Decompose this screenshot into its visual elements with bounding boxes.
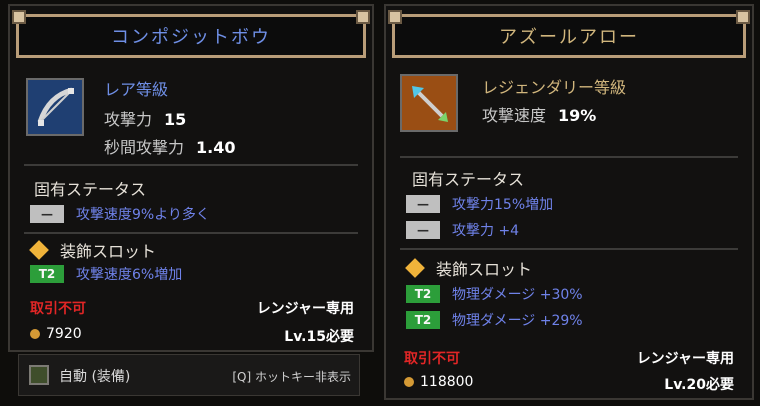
trade-status: 取引不可: [404, 351, 460, 367]
slot-row: T2 物理ダメージ +29%: [406, 310, 583, 330]
coin-icon: [30, 329, 40, 339]
auto-equip-bar[interactable]: 自動 (装備) [Q] ホットキー非表示: [18, 354, 360, 396]
price: 7920: [30, 326, 82, 342]
left-item-title: コンポジットボウ: [12, 10, 370, 58]
coin-icon: [404, 377, 414, 387]
level-requirement: Lv.15必要: [284, 329, 354, 345]
trade-status: 取引不可: [30, 301, 86, 317]
intrinsic-title: 固有ステータス: [34, 180, 147, 199]
right-stat-row: 攻撃速度 19%: [482, 102, 596, 126]
gem-icon: [29, 240, 49, 260]
intrinsic-row: — 攻撃力15%増加: [406, 194, 553, 214]
price-value: 118800: [420, 374, 474, 390]
intrinsic-title: 固有ステータス: [412, 170, 525, 189]
intrinsic-row: — 攻撃速度9%より多く: [30, 204, 210, 224]
hotkey-hint: [Q] ホットキー非表示: [232, 370, 351, 384]
stat-value: 1.40: [196, 138, 236, 157]
stat-label: 秒間攻撃力: [104, 138, 185, 157]
slot-title-row: 装飾スロット: [29, 238, 157, 262]
stat-value: 19%: [558, 106, 597, 125]
right-item-name: アズールアロー: [499, 27, 639, 48]
bag-icon: [29, 365, 49, 385]
t2-badge: T2: [406, 311, 440, 329]
intrinsic-text: 攻撃力15%増加: [452, 197, 554, 213]
slot-title: 装飾スロット: [60, 242, 157, 261]
divider: [24, 232, 358, 234]
dash-badge: —: [406, 221, 440, 239]
right-item-title: アズールアロー: [388, 10, 750, 58]
right-rarity: レジェンダリー等級: [482, 78, 627, 97]
intrinsic-row: — 攻撃力 +4: [406, 220, 519, 240]
class-restriction: レンジャー専用: [636, 351, 734, 367]
class-restriction: レンジャー専用: [256, 301, 354, 317]
left-item-tooltip: コンポジットボウ レア等級 攻撃力 15 秒間攻撃力 1.40 固有ステータス — …: [8, 4, 374, 352]
slot-row: T2 物理ダメージ +30%: [406, 284, 583, 304]
divider: [400, 156, 738, 158]
slot-text: 物理ダメージ +30%: [452, 287, 583, 303]
slot-title-row: 装飾スロット: [405, 256, 533, 280]
divider: [400, 248, 738, 250]
t2-badge: T2: [30, 265, 64, 283]
intrinsic-text: 攻撃速度9%より多く: [76, 207, 210, 223]
arrow-icon: [400, 74, 458, 132]
divider: [24, 164, 358, 166]
slot-text: 攻撃速度6%増加: [76, 267, 183, 283]
dash-badge: —: [406, 195, 440, 213]
slot-row: T2 攻撃速度6%増加: [30, 264, 182, 284]
stat-value: 15: [164, 110, 187, 129]
stat-label: 攻撃速度: [482, 106, 547, 125]
stat-label: 攻撃力: [104, 110, 153, 129]
price-value: 7920: [46, 326, 82, 342]
auto-equip-label: 自動 (装備): [59, 369, 131, 385]
left-rarity: レア等級: [104, 80, 169, 99]
left-stat-row: 秒間攻撃力 1.40: [104, 134, 236, 158]
gem-icon: [405, 258, 425, 278]
t2-badge: T2: [406, 285, 440, 303]
level-requirement: Lv.20必要: [664, 377, 734, 393]
slot-title: 装飾スロット: [436, 260, 533, 279]
bow-icon: [26, 78, 84, 136]
slot-text: 物理ダメージ +29%: [452, 313, 583, 329]
dash-badge: —: [30, 205, 64, 223]
left-item-name: コンポジットボウ: [111, 27, 271, 48]
intrinsic-text: 攻撃力 +4: [452, 223, 520, 239]
price: 118800: [404, 374, 473, 390]
right-item-tooltip: アズールアロー レジェンダリー等級 攻撃速度 19% 固有ステータス — 攻撃力1…: [384, 4, 754, 400]
left-stat-row: 攻撃力 15: [104, 106, 186, 130]
